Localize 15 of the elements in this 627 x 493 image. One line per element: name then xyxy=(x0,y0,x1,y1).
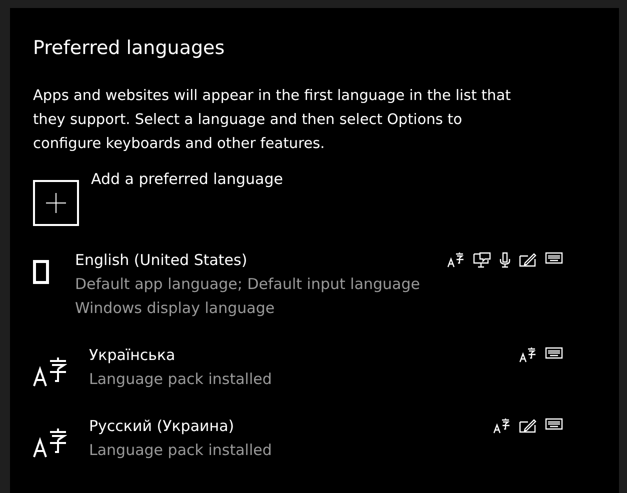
language-icon xyxy=(33,357,67,387)
language-detail: Language pack installed xyxy=(89,369,273,390)
section-title: Preferred languages xyxy=(33,36,226,61)
language-detail: Windows display language xyxy=(75,298,276,319)
add-language-button[interactable] xyxy=(33,180,79,226)
language-name[interactable]: Русский (Украина) xyxy=(89,414,493,438)
plus-icon xyxy=(46,193,66,213)
language-icon xyxy=(33,428,67,458)
language-name[interactable]: Українська xyxy=(89,343,519,367)
language-detail: Default app language; Default input language xyxy=(75,274,421,295)
add-language-label[interactable]: Add a preferred language xyxy=(91,168,283,190)
language-detail: Language pack installed xyxy=(89,440,273,461)
description-text: Apps and websites will appear in the first language in the list that they support. Select a language and then select Options to configure keyboards and other features. xyxy=(33,87,512,154)
phone-icon xyxy=(33,260,49,284)
language-name[interactable]: English (United States) xyxy=(75,248,447,272)
